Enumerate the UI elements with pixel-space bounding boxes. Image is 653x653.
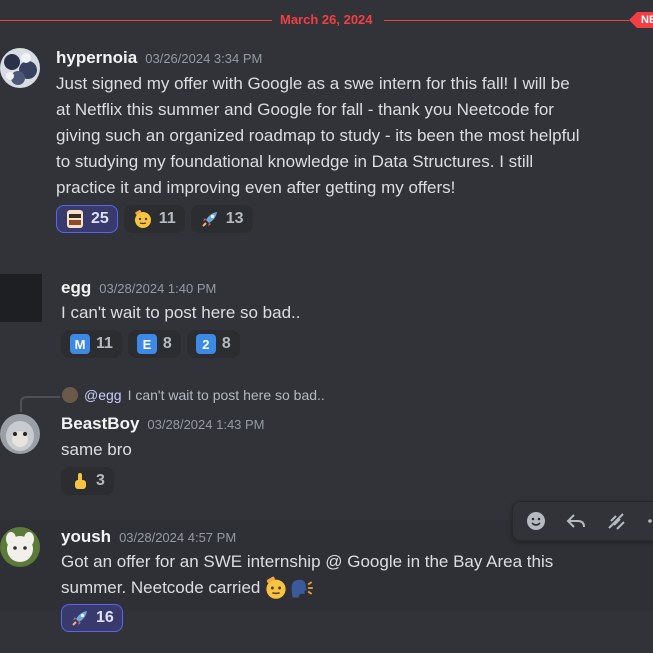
reaction-count: 3 — [96, 472, 105, 489]
message-header: yoush 03/28/2024 4:57 PM — [61, 527, 236, 547]
new-badge: NEW — [629, 12, 653, 28]
message-line: Got an offer for an SWE internship @ Goo… — [61, 552, 554, 571]
forward-icon[interactable] — [603, 508, 629, 534]
timestamp: 03/28/2024 4:57 PM — [119, 530, 237, 545]
message-line: summer. Neetcode carried — [61, 575, 641, 601]
date-divider: March 26, 2024 — [280, 12, 373, 27]
saluting-face-icon — [264, 576, 288, 600]
keycap-2-icon: 2 — [195, 334, 216, 354]
reaction-count: 11 — [158, 210, 176, 227]
message-content: I can't wait to post here so bad.. — [61, 303, 301, 322]
message-header: hypernoia 03/26/2024 3:34 PM — [56, 48, 262, 68]
message-line: giving such an organized roadmap to stud… — [56, 126, 580, 145]
author-name[interactable]: hypernoia — [56, 48, 137, 67]
reply-connector — [20, 396, 60, 412]
more-icon[interactable] — [643, 508, 653, 534]
message-line: to studying my foundational knowledge in… — [56, 152, 534, 171]
message-header: BeastBoy 03/28/2024 1:43 PM — [61, 414, 265, 434]
reaction-button[interactable]: 3 — [61, 467, 114, 495]
timestamp: 03/28/2024 1:43 PM — [147, 417, 265, 432]
reaction-button[interactable]: 25 — [56, 205, 118, 233]
reaction-count: 8 — [162, 335, 172, 352]
reply-icon[interactable] — [563, 508, 589, 534]
reaction-button[interactable]: 13 — [190, 205, 253, 233]
reaction-button[interactable]: 2 8 — [186, 330, 240, 358]
author-name[interactable]: egg — [61, 278, 91, 297]
letter-m-icon: M — [70, 334, 90, 354]
divider-line-left — [0, 20, 272, 21]
reaction-count: 16 — [96, 609, 114, 626]
reactions: 3 — [61, 467, 114, 495]
reply-mention[interactable]: @egg — [84, 387, 122, 403]
message-line: Just signed my offer with Google as a sw… — [56, 74, 570, 93]
avatar[interactable] — [0, 274, 42, 322]
message-content: Just signed my offer with Google as a sw… — [56, 71, 646, 201]
reaction-button[interactable]: 11 — [123, 205, 185, 233]
message-line-text: summer. Neetcode carried — [61, 578, 261, 597]
reaction-button[interactable]: M 11 — [61, 330, 122, 358]
divider-line-right — [384, 20, 629, 21]
author-name[interactable]: yoush — [61, 527, 111, 546]
reactions: 25 11 13 — [56, 205, 253, 233]
avatar[interactable] — [0, 527, 40, 567]
timestamp: 03/26/2024 3:34 PM — [145, 51, 263, 66]
rocket-icon — [200, 209, 220, 229]
reaction-count: 11 — [96, 335, 113, 352]
message-content: same bro — [61, 440, 132, 459]
reaction-count: 13 — [225, 210, 244, 227]
rocket-icon — [70, 608, 90, 628]
neetcode-emoji-icon — [65, 209, 85, 229]
saluting-face-icon — [133, 209, 153, 229]
reaction-button[interactable]: E 8 — [127, 330, 181, 358]
reply-preview[interactable]: @egg I can't wait to post here so bad.. — [62, 387, 325, 403]
reaction-count: 8 — [221, 335, 231, 352]
message-toolbar — [512, 501, 653, 541]
point-up-icon — [70, 471, 90, 491]
message-line: at Netflix this summer and Google for fa… — [56, 100, 554, 119]
message-line: practice it and improving even after get… — [56, 178, 456, 197]
reactions: M 11 E 8 2 8 — [61, 330, 240, 358]
reply-text: I can't wait to post here so bad.. — [127, 387, 325, 403]
avatar[interactable] — [0, 48, 40, 88]
add-reaction-icon[interactable] — [523, 508, 549, 534]
message-content: Got an offer for an SWE internship @ Goo… — [61, 549, 641, 601]
letter-e-icon: E — [136, 334, 157, 354]
reactions: 16 — [61, 604, 123, 632]
reaction-count: 25 — [91, 210, 109, 227]
message-header: egg 03/28/2024 1:40 PM — [61, 278, 216, 298]
timestamp: 03/28/2024 1:40 PM — [99, 281, 217, 296]
author-name[interactable]: BeastBoy — [61, 414, 139, 433]
avatar[interactable] — [0, 414, 40, 454]
speaking-head-icon — [288, 576, 314, 600]
reply-avatar — [62, 387, 78, 403]
reaction-button[interactable]: 16 — [61, 604, 123, 632]
